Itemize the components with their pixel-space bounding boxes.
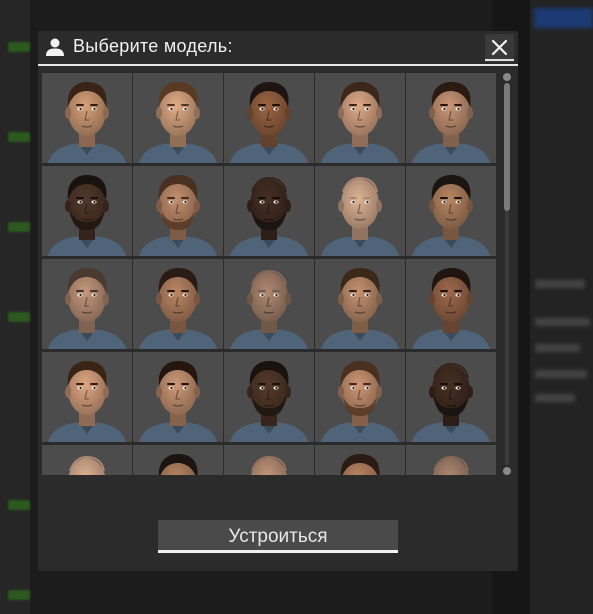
model-tile[interactable] [133,445,223,475]
background-right-panel [530,0,593,614]
model-tile[interactable] [406,166,496,256]
model-portrait [48,82,126,163]
confirm-button-underline [158,550,398,553]
background-decoration [535,370,587,378]
scrollbar[interactable] [501,73,513,475]
background-decoration [8,132,30,142]
model-tile[interactable] [224,352,314,442]
model-portrait [230,269,308,349]
model-portrait [139,268,217,349]
model-tile[interactable] [315,166,405,256]
model-portrait [412,175,490,256]
background-decoration [535,344,580,352]
model-portrait [48,361,126,442]
background-decoration [535,394,575,402]
model-portrait [230,176,308,256]
background-decoration [534,8,593,28]
model-tile[interactable] [406,73,496,163]
model-portrait [139,361,217,442]
model-tile[interactable] [133,259,223,349]
model-portrait [321,176,399,256]
model-tile[interactable] [224,166,314,256]
header-divider [38,64,518,66]
model-tile[interactable] [406,259,496,349]
close-icon [491,39,508,56]
model-portrait [48,268,126,349]
background-decoration [8,590,30,600]
dialog-title: Выберите модель: [73,36,233,56]
model-portrait [340,454,380,475]
model-tile[interactable] [406,352,496,442]
model-portrait [139,175,217,256]
scroll-up-cap[interactable] [503,73,511,81]
model-portrait [139,82,217,163]
model-portrait [321,82,399,163]
model-portrait [321,361,399,442]
model-portrait [412,362,490,442]
model-grid-viewport[interactable] [42,73,498,475]
model-tile[interactable] [42,259,132,349]
model-portrait [48,175,126,256]
model-portrait [412,82,490,163]
background-left-panel [0,0,30,614]
background-decoration [535,280,585,288]
model-portrait [251,455,287,475]
model-tile[interactable] [315,73,405,163]
background-decoration [8,42,30,52]
model-grid [42,73,498,475]
background-decoration [8,312,30,322]
close-button-underline [485,59,514,61]
model-tile[interactable] [315,352,405,442]
background-decoration [8,500,30,510]
model-tile[interactable] [224,445,314,475]
model-tile[interactable] [224,259,314,349]
model-tile[interactable] [315,445,405,475]
model-portrait [321,268,399,349]
user-icon [45,37,65,57]
model-portrait [412,268,490,349]
dialog-header: Выберите модель: [38,31,518,66]
model-tile[interactable] [133,352,223,442]
scroll-down-cap[interactable] [503,467,511,475]
model-tile[interactable] [42,352,132,442]
model-portrait [158,454,198,475]
close-button[interactable] [485,34,514,62]
model-tile[interactable] [42,73,132,163]
model-tile[interactable] [133,73,223,163]
background-decoration [535,318,590,326]
model-tile[interactable] [42,166,132,256]
model-portrait [433,455,469,475]
background-decoration [8,222,30,232]
model-tile[interactable] [133,166,223,256]
model-portrait [230,361,308,442]
model-portrait [230,82,308,163]
model-tile[interactable] [406,445,496,475]
model-portrait [69,455,105,475]
confirm-button[interactable]: Устроиться [158,520,398,552]
model-select-dialog: Выберите модель: Устроиться [38,31,518,571]
model-tile[interactable] [315,259,405,349]
model-tile[interactable] [42,445,132,475]
model-tile[interactable] [224,73,314,163]
scroll-thumb[interactable] [504,83,510,211]
